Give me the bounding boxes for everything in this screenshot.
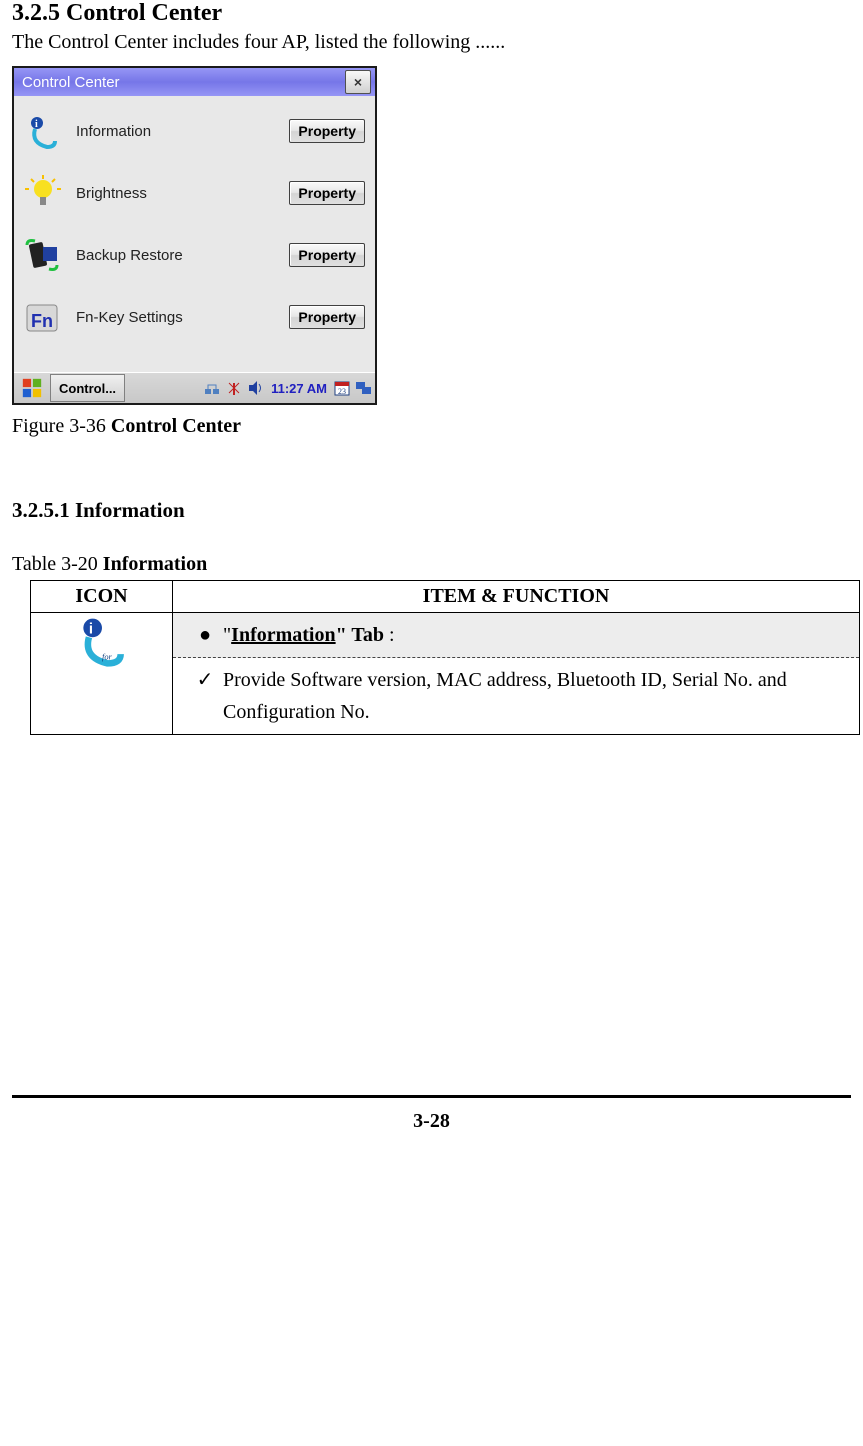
svg-text:i: i xyxy=(35,119,38,130)
row-fnkey: Fn Fn-Key Settings Property xyxy=(24,298,365,336)
control-center-body: i Information Property Brightness Proper… xyxy=(14,96,375,372)
section-intro: The Control Center includes four AP, lis… xyxy=(12,31,851,54)
page-number: 3-28 xyxy=(12,1095,851,1133)
table-caption-label: Table 3-20 xyxy=(12,553,103,575)
tab-suffix: " Tab xyxy=(336,624,384,646)
fnkey-icon: Fn xyxy=(24,298,62,336)
table-icon-cell: i for xyxy=(31,613,173,735)
calendar-icon[interactable]: 23 xyxy=(333,379,351,397)
svg-text:Fn: Fn xyxy=(31,311,53,331)
quote-open: " xyxy=(223,624,231,646)
window-title: Control Center xyxy=(18,74,345,91)
taskbar-clock[interactable]: 11:27 AM xyxy=(271,381,327,396)
detail-text: Provide Software version, MAC address, B… xyxy=(223,664,845,728)
figure-title: Control Center xyxy=(111,415,241,437)
figure-label: Figure 3-36 xyxy=(12,415,111,437)
tab-name: Information xyxy=(231,624,335,646)
control-center-screenshot: Control Center × i Information Property … xyxy=(12,66,377,405)
taskbar: Control... 11:27 AM 23 xyxy=(14,372,375,403)
row-information-label: Information xyxy=(76,123,289,140)
svg-text:i: i xyxy=(88,621,92,638)
network-icon[interactable] xyxy=(203,379,221,397)
close-button[interactable]: × xyxy=(345,70,371,94)
figure-caption: Figure 3-36 Control Center xyxy=(12,415,851,438)
check-icon: ✓ xyxy=(187,664,223,696)
window-titlebar: Control Center × xyxy=(14,68,375,96)
brightness-icon xyxy=(24,174,62,212)
table-header-item: ITEM & FUNCTION xyxy=(173,581,860,613)
table-function-cell: ● "Information" Tab : ✓ Provide Software… xyxy=(173,613,860,735)
svg-text:for: for xyxy=(102,653,113,662)
table-detail-row: ✓ Provide Software version, MAC address,… xyxy=(173,658,859,734)
antenna-icon[interactable] xyxy=(225,379,243,397)
system-tray: 11:27 AM 23 xyxy=(129,379,373,397)
info-icon: i xyxy=(24,112,62,150)
row-information-property-button[interactable]: Property xyxy=(289,119,365,143)
row-brightness: Brightness Property xyxy=(24,174,365,212)
table-caption-title: Information xyxy=(103,553,207,575)
section-heading: 3.2.5 Control Center xyxy=(12,0,851,27)
row-brightness-property-button[interactable]: Property xyxy=(289,181,365,205)
backup-icon xyxy=(24,236,62,274)
screens-icon[interactable] xyxy=(355,379,373,397)
row-backup-restore: Backup Restore Property xyxy=(24,236,365,274)
bullet-icon: ● xyxy=(187,619,223,651)
tab-colon: : xyxy=(384,624,395,646)
row-backup-label: Backup Restore xyxy=(76,247,289,264)
taskbar-app-button[interactable]: Control... xyxy=(50,374,125,402)
table-header-icon: ICON xyxy=(31,581,173,613)
row-backup-property-button[interactable]: Property xyxy=(289,243,365,267)
row-information: i Information Property xyxy=(24,112,365,150)
row-fnkey-label: Fn-Key Settings xyxy=(76,309,289,326)
table-caption: Table 3-20 Information xyxy=(12,553,851,576)
information-table: ICON ITEM & FUNCTION i for ● "Information… xyxy=(30,580,860,735)
svg-text:23: 23 xyxy=(338,387,346,396)
info-large-icon: i for xyxy=(74,613,130,669)
table-tab-row: ● "Information" Tab : xyxy=(173,613,859,658)
windows-start-icon[interactable] xyxy=(16,375,48,401)
row-fnkey-property-button[interactable]: Property xyxy=(289,305,365,329)
volume-icon[interactable] xyxy=(247,379,265,397)
row-brightness-label: Brightness xyxy=(76,185,289,202)
subsection-heading: 3.2.5.1 Information xyxy=(12,498,851,523)
